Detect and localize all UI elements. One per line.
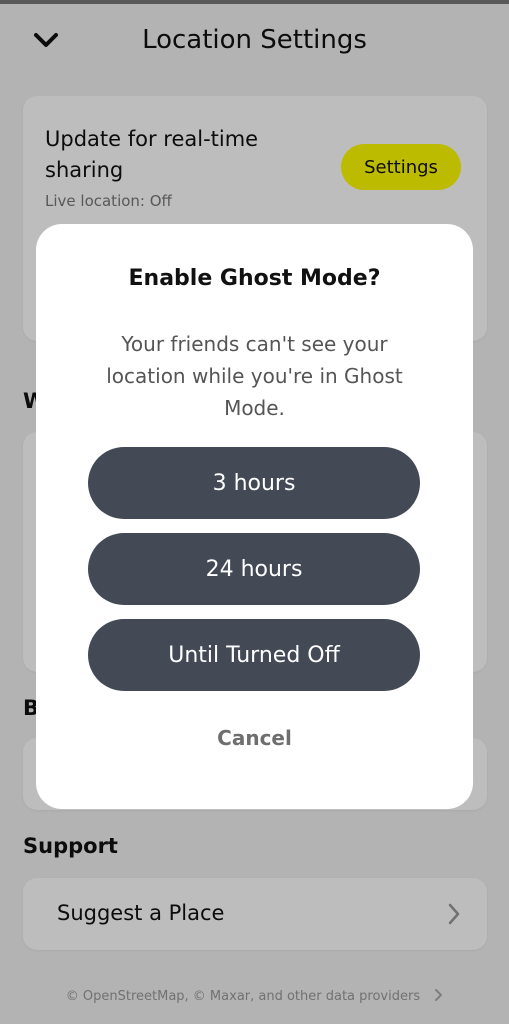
option-3-hours-button[interactable]: 3 hours [88,447,420,519]
option-24-hours-button[interactable]: 24 hours [88,533,420,605]
dialog-title: Enable Ghost Mode? [128,266,381,291]
ghost-mode-dialog: Enable Ghost Mode? Your friends can't se… [36,224,473,809]
dialog-description: Your friends can't see your location whi… [106,332,403,420]
option-until-turned-off-button[interactable]: Until Turned Off [88,619,420,691]
cancel-button[interactable]: Cancel [36,726,473,750]
